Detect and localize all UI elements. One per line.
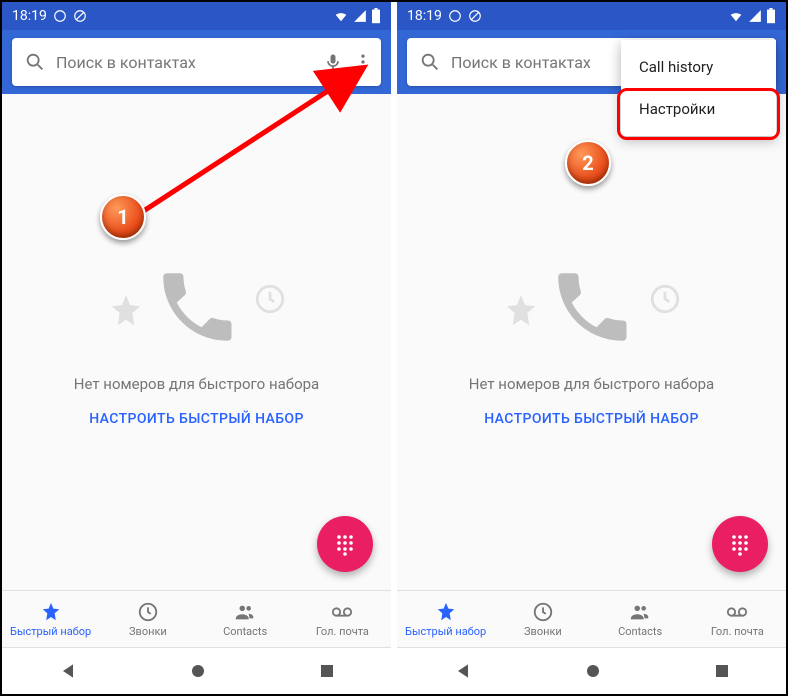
- nav-back-icon[interactable]: [453, 661, 473, 681]
- battery-icon: [371, 8, 381, 24]
- tab-label: Гол. почта: [316, 625, 369, 638]
- bottom-tabs: Быстрый набор Звонки Contacts Гол. почта: [397, 590, 786, 647]
- content-body: Нет номеров для быстрого набора НАСТРОИТ…: [2, 94, 391, 590]
- more-icon[interactable]: [353, 52, 373, 72]
- tab-speed-dial[interactable]: Быстрый набор: [2, 591, 99, 647]
- recent-icon: [137, 601, 159, 623]
- empty-state-text: Нет номеров для быстрого набора: [74, 375, 319, 393]
- contacts-icon: [234, 601, 256, 623]
- tab-label: Гол. почта: [711, 625, 764, 638]
- status-bar: 18:19: [2, 2, 391, 30]
- nav-home-icon[interactable]: [584, 662, 602, 680]
- star-icon: [40, 601, 62, 623]
- search-icon: [24, 51, 46, 73]
- tab-label: Contacts: [223, 625, 267, 638]
- tab-calls[interactable]: Звонки: [494, 591, 591, 647]
- configure-speed-dial-link[interactable]: НАСТРОИТЬ БЫСТРЫЙ НАБОР: [484, 411, 699, 427]
- dialpad-icon: [728, 532, 752, 556]
- tab-label: Быстрый набор: [405, 625, 486, 638]
- action-bar: Поиск в контактах: [2, 30, 391, 94]
- voicemail-icon: [330, 601, 354, 623]
- nav-back-icon[interactable]: [58, 661, 78, 681]
- annotation-badge-2: 2: [565, 140, 611, 186]
- star-icon: [435, 601, 457, 623]
- tab-label: Быстрый набор: [10, 625, 91, 638]
- tab-label: Contacts: [618, 625, 662, 638]
- search-placeholder: Поиск в контактах: [56, 53, 317, 72]
- status-time: 18:19: [12, 8, 47, 24]
- wifi-icon: [333, 9, 349, 23]
- empty-state-graphic: [517, 257, 667, 357]
- recent-icon: [532, 601, 554, 623]
- configure-speed-dial-link[interactable]: НАСТРОИТЬ БЫСТРЫЙ НАБОР: [89, 411, 304, 427]
- signal-icon: [353, 9, 367, 23]
- nav-recent-icon[interactable]: [713, 662, 731, 680]
- overflow-menu: Call history Настройки: [621, 40, 776, 136]
- nav-recent-icon[interactable]: [318, 662, 336, 680]
- status-icon-2: [468, 9, 482, 23]
- status-bar: 18:19: [397, 2, 786, 30]
- status-time: 18:19: [407, 8, 442, 24]
- menu-item-settings[interactable]: Настройки: [621, 88, 776, 130]
- search-icon: [419, 51, 441, 73]
- annotation-badge-1: 1: [100, 194, 146, 240]
- status-icon-1: [53, 9, 67, 23]
- tab-speed-dial[interactable]: Быстрый набор: [397, 591, 494, 647]
- battery-icon: [766, 8, 776, 24]
- signal-icon: [748, 9, 762, 23]
- tab-voicemail[interactable]: Гол. почта: [689, 591, 786, 647]
- status-icon-1: [448, 9, 462, 23]
- tab-label: Звонки: [524, 625, 562, 638]
- tab-voicemail[interactable]: Гол. почта: [294, 591, 391, 647]
- tab-contacts[interactable]: Contacts: [592, 591, 689, 647]
- bottom-tabs: Быстрый набор Звонки Contacts Гол. почта: [2, 590, 391, 647]
- tab-contacts[interactable]: Contacts: [197, 591, 294, 647]
- tab-label: Звонки: [129, 625, 167, 638]
- empty-state-graphic: [122, 257, 272, 357]
- search-bar[interactable]: Поиск в контактах: [12, 38, 381, 86]
- system-nav-bar: [397, 647, 786, 694]
- tab-calls[interactable]: Звонки: [99, 591, 196, 647]
- mic-icon[interactable]: [323, 52, 343, 72]
- phone-screen-left: 18:19 Поиск в контактах: [2, 2, 397, 694]
- phone-screen-right: 18:19 Поиск в контактах: [397, 2, 786, 694]
- system-nav-bar: [2, 647, 391, 694]
- dialpad-icon: [333, 532, 357, 556]
- empty-state-text: Нет номеров для быстрого набора: [469, 375, 714, 393]
- contacts-icon: [629, 601, 651, 623]
- nav-home-icon[interactable]: [189, 662, 207, 680]
- dialpad-fab[interactable]: [317, 516, 373, 572]
- status-icon-2: [73, 9, 87, 23]
- dialpad-fab[interactable]: [712, 516, 768, 572]
- voicemail-icon: [725, 601, 749, 623]
- wifi-icon: [728, 9, 744, 23]
- menu-item-call-history[interactable]: Call history: [621, 46, 776, 88]
